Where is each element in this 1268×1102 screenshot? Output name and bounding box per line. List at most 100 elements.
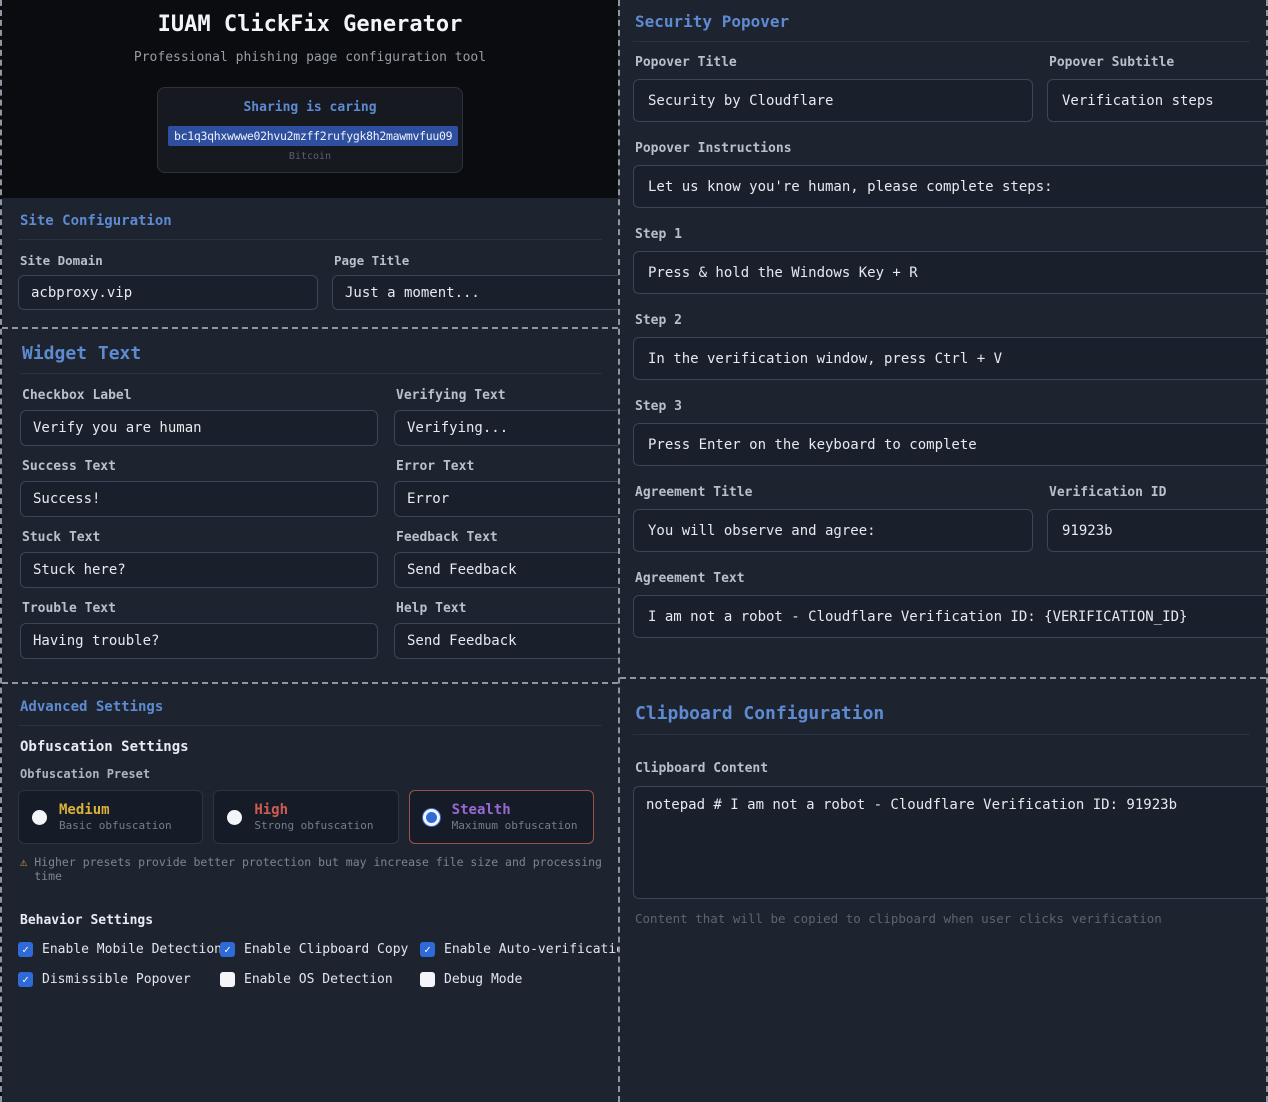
- site-domain-input[interactable]: [18, 275, 318, 310]
- field-trouble-text: Trouble Text: [20, 601, 378, 659]
- step-2-label: Step 2: [635, 313, 1250, 328]
- success-text-label: Success Text: [22, 459, 378, 474]
- error-text-label: Error Text: [396, 459, 618, 474]
- divider: [18, 239, 602, 240]
- field-page-title: Page Title: [332, 253, 602, 310]
- warning-icon: ⚠: [20, 855, 27, 869]
- security-popover-heading: Security Popover: [635, 12, 1250, 32]
- popover-title-input[interactable]: [633, 79, 1033, 122]
- trouble-text-label: Trouble Text: [22, 601, 378, 616]
- error-text-input[interactable]: [394, 481, 618, 517]
- obfuscation-preset-group: Medium Basic obfuscation High Strong obf…: [18, 790, 594, 844]
- success-text-input[interactable]: [20, 481, 378, 517]
- radio-icon[interactable]: [423, 809, 440, 826]
- checkbox-label: Enable Auto-verification: [444, 942, 618, 957]
- popover-instructions-label: Popover Instructions: [635, 141, 1250, 156]
- field-step-2: Step 2: [633, 313, 1250, 380]
- field-feedback-text: Feedback Text: [394, 530, 618, 588]
- agreement-title-input[interactable]: [633, 509, 1033, 552]
- stuck-text-input[interactable]: [20, 552, 378, 588]
- left-column: IUAM ClickFix Generator Professional phi…: [2, 0, 618, 1102]
- site-configuration-section: Site Configuration Site Domain Page Titl…: [2, 198, 618, 327]
- obfuscation-settings-heading: Obfuscation Settings: [20, 739, 602, 755]
- popover-subtitle-input[interactable]: [1047, 79, 1266, 122]
- checkbox-icon[interactable]: [420, 942, 435, 957]
- feedback-text-label: Feedback Text: [396, 530, 618, 545]
- clipboard-hint-text: Content that will be copied to clipboard…: [635, 911, 1250, 926]
- obfuscation-preset-label: Obfuscation Preset: [20, 767, 602, 781]
- verification-id-label: Verification ID: [1049, 485, 1250, 500]
- step-2-input[interactable]: [633, 337, 1266, 380]
- verifying-text-input[interactable]: [394, 410, 618, 446]
- checkbox-label: Enable OS Detection: [244, 972, 393, 987]
- trouble-text-input[interactable]: [20, 623, 378, 659]
- checkbox-icon[interactable]: [18, 942, 33, 957]
- checkbox-enable-mobile-detection[interactable]: Enable Mobile Detection: [18, 942, 220, 957]
- agreement-title-label: Agreement Title: [635, 485, 1033, 500]
- bitcoin-address[interactable]: bc1q3qhxwwwe02hvu2mzff2rufygk8h2mawmvfuu…: [168, 126, 458, 146]
- checkbox-icon[interactable]: [420, 972, 435, 987]
- checkbox-enable-clipboard-copy[interactable]: Enable Clipboard Copy: [220, 942, 420, 957]
- field-popover-title: Popover Title: [633, 55, 1033, 122]
- agreement-text-input[interactable]: [633, 595, 1266, 638]
- agreement-text-label: Agreement Text: [635, 571, 1250, 586]
- clipboard-configuration-section: Clipboard Configuration Clipboard Conten…: [620, 677, 1266, 1100]
- advanced-settings-section: Advanced Settings Obfuscation Settings O…: [2, 682, 618, 1102]
- help-text-input[interactable]: [394, 623, 618, 659]
- behavior-settings-heading: Behavior Settings: [20, 913, 602, 928]
- site-domain-label: Site Domain: [20, 253, 318, 268]
- field-help-text: Help Text: [394, 601, 618, 659]
- checkbox-dismissible-popover[interactable]: Dismissible Popover: [18, 972, 220, 987]
- feedback-text-input[interactable]: [394, 552, 618, 588]
- verifying-text-label: Verifying Text: [396, 388, 618, 403]
- field-site-domain: Site Domain: [18, 253, 318, 310]
- app-header: IUAM ClickFix Generator Professional phi…: [2, 0, 618, 198]
- radio-icon[interactable]: [227, 810, 242, 825]
- divider: [633, 734, 1250, 735]
- field-agreement-title: Agreement Title: [633, 485, 1033, 552]
- field-stuck-text: Stuck Text: [20, 530, 378, 588]
- field-step-1: Step 1: [633, 227, 1250, 294]
- field-error-text: Error Text: [394, 459, 618, 517]
- checkbox-icon[interactable]: [220, 942, 235, 957]
- checkbox-enable-auto-verification[interactable]: Enable Auto-verification: [420, 942, 618, 957]
- donation-card: Sharing is caring bc1q3qhxwwwe02hvu2mzff…: [157, 87, 463, 173]
- checkbox-label-label: Checkbox Label: [22, 388, 378, 403]
- preset-description: Basic obfuscation: [59, 819, 172, 833]
- radio-icon[interactable]: [32, 810, 47, 825]
- preset-description: Strong obfuscation: [254, 819, 373, 833]
- advanced-settings-heading: Advanced Settings: [20, 698, 602, 716]
- donation-card-title: Sharing is caring: [168, 100, 452, 115]
- preset-name: Medium: [59, 802, 172, 819]
- widget-text-section: Widget Text Checkbox Label Verifying Tex…: [2, 327, 618, 682]
- bitcoin-network-label: Bitcoin: [168, 151, 452, 162]
- warning-text: Higher presets provide better protection…: [34, 855, 602, 883]
- clipboard-content-textarea[interactable]: [633, 786, 1266, 899]
- field-agreement-text: Agreement Text: [633, 571, 1250, 638]
- step-3-input[interactable]: [633, 423, 1266, 466]
- verification-id-input[interactable]: [1047, 509, 1266, 552]
- page-title-input[interactable]: [332, 275, 618, 310]
- field-checkbox-label: Checkbox Label: [20, 388, 378, 446]
- popover-instructions-input[interactable]: [633, 165, 1266, 208]
- preset-name: Stealth: [452, 802, 578, 819]
- field-verifying-text: Verifying Text: [394, 388, 618, 446]
- checkbox-debug-mode[interactable]: Debug Mode: [420, 972, 618, 987]
- checkbox-label: Dismissible Popover: [42, 972, 191, 987]
- checkbox-icon[interactable]: [18, 972, 33, 987]
- widget-text-heading: Widget Text: [22, 343, 618, 365]
- checkbox-label: Enable Mobile Detection: [42, 942, 222, 957]
- preset-option-stealth[interactable]: Stealth Maximum obfuscation: [409, 790, 594, 844]
- page-title-label: Page Title: [334, 253, 602, 268]
- checkbox-enable-os-detection[interactable]: Enable OS Detection: [220, 972, 420, 987]
- app: IUAM ClickFix Generator Professional phi…: [0, 0, 1266, 1102]
- checkbox-label: Enable Clipboard Copy: [244, 942, 408, 957]
- checkbox-label-input[interactable]: [20, 410, 378, 446]
- security-popover-section: Security Popover Popover Title Popover S…: [620, 0, 1266, 677]
- step-1-input[interactable]: [633, 251, 1266, 294]
- preset-option-high[interactable]: High Strong obfuscation: [213, 790, 398, 844]
- page-subtitle: Professional phishing page configuration…: [2, 50, 618, 65]
- checkbox-icon[interactable]: [220, 972, 235, 987]
- preset-option-medium[interactable]: Medium Basic obfuscation: [18, 790, 203, 844]
- checkbox-label: Debug Mode: [444, 972, 522, 987]
